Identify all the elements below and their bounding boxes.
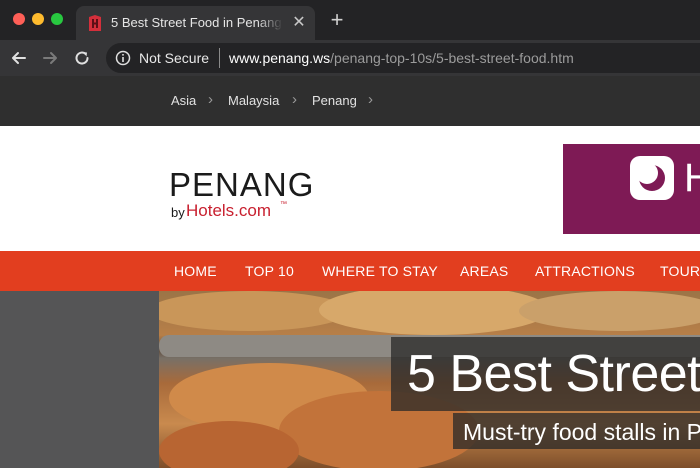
hero-food-shape xyxy=(519,291,700,331)
hero-subtitle-box: Must-try food stalls in Penang xyxy=(453,413,700,449)
nav-item-areas[interactable]: AREAS xyxy=(460,262,508,280)
nav-item-top-10[interactable]: TOP 10 xyxy=(245,262,294,280)
ad-letter: H xyxy=(684,156,700,200)
back-arrow-icon[interactable] xyxy=(9,48,29,68)
hero-image: 5 Best Street Food in Penang Must-try fo… xyxy=(159,291,700,468)
breadcrumb-item-penang[interactable]: Penang xyxy=(312,93,357,109)
window-maximize-button[interactable] xyxy=(51,13,63,25)
moon-icon xyxy=(636,162,665,191)
url-path: /penang-top-10s/5-best-street-food.htm xyxy=(330,50,574,66)
url-host: www.penang.ws xyxy=(229,50,331,66)
hotels-app-icon xyxy=(630,156,674,200)
nav-item-where-to-stay[interactable]: WHERE TO STAY xyxy=(322,262,438,280)
reload-icon[interactable] xyxy=(72,48,92,68)
site-header: PENANG by Hotels.com ™ H xyxy=(0,126,700,251)
hotels-favicon-icon xyxy=(89,15,101,31)
browser-toolbar: Not Secure www.penang.ws/penang-top-10s/… xyxy=(0,40,700,76)
ad-banner[interactable]: H xyxy=(563,144,700,234)
tab-close-icon[interactable]: ✕ xyxy=(290,14,308,32)
main-nav: HOME TOP 10 WHERE TO STAY AREAS ATTRACTI… xyxy=(0,251,700,291)
breadcrumb-separator-icon: › xyxy=(292,91,297,108)
security-label[interactable]: Not Secure xyxy=(139,49,209,67)
left-sidebar xyxy=(0,291,159,468)
address-bar[interactable]: Not Secure www.penang.ws/penang-top-10s/… xyxy=(106,43,700,73)
window-close-button[interactable] xyxy=(13,13,25,25)
breadcrumb-separator-icon: › xyxy=(368,91,373,108)
info-circle-icon[interactable] xyxy=(115,50,131,66)
nav-item-tours[interactable]: TOURS xyxy=(660,262,700,280)
breadcrumb-separator-icon: › xyxy=(208,91,213,108)
forward-arrow-icon[interactable] xyxy=(40,48,60,68)
hero-food-shape xyxy=(319,291,549,335)
breadcrumb: Asia › Malaysia › Penang › xyxy=(0,76,700,126)
logo-brand: Hotels.com xyxy=(186,201,272,220)
url-text[interactable]: www.penang.ws/penang-top-10s/5-best-stre… xyxy=(229,49,574,67)
browser-tab[interactable]: 5 Best Street Food in Penang - Penang To… xyxy=(76,6,315,40)
hero-title: 5 Best Street Food in Penang xyxy=(407,345,700,403)
logo-title: PENANG xyxy=(169,166,315,203)
logo-trademark: ™ xyxy=(280,201,287,208)
hero-subtitle: Must-try food stalls in Penang xyxy=(463,419,700,445)
nav-item-home[interactable]: HOME xyxy=(174,262,217,280)
nav-item-attractions[interactable]: ATTRACTIONS xyxy=(535,262,635,280)
tab-bar: 5 Best Street Food in Penang - Penang To… xyxy=(0,0,700,40)
security-divider xyxy=(219,48,220,68)
new-tab-button[interactable]: + xyxy=(327,9,347,31)
window-minimize-button[interactable] xyxy=(32,13,44,25)
breadcrumb-item-asia[interactable]: Asia xyxy=(171,93,196,109)
breadcrumb-item-malaysia[interactable]: Malaysia xyxy=(228,93,279,109)
tab-title: 5 Best Street Food in Penang - Penang To… xyxy=(111,15,283,30)
hero-title-box: 5 Best Street Food in Penang xyxy=(391,337,700,411)
logo-by-text: by xyxy=(171,205,185,220)
